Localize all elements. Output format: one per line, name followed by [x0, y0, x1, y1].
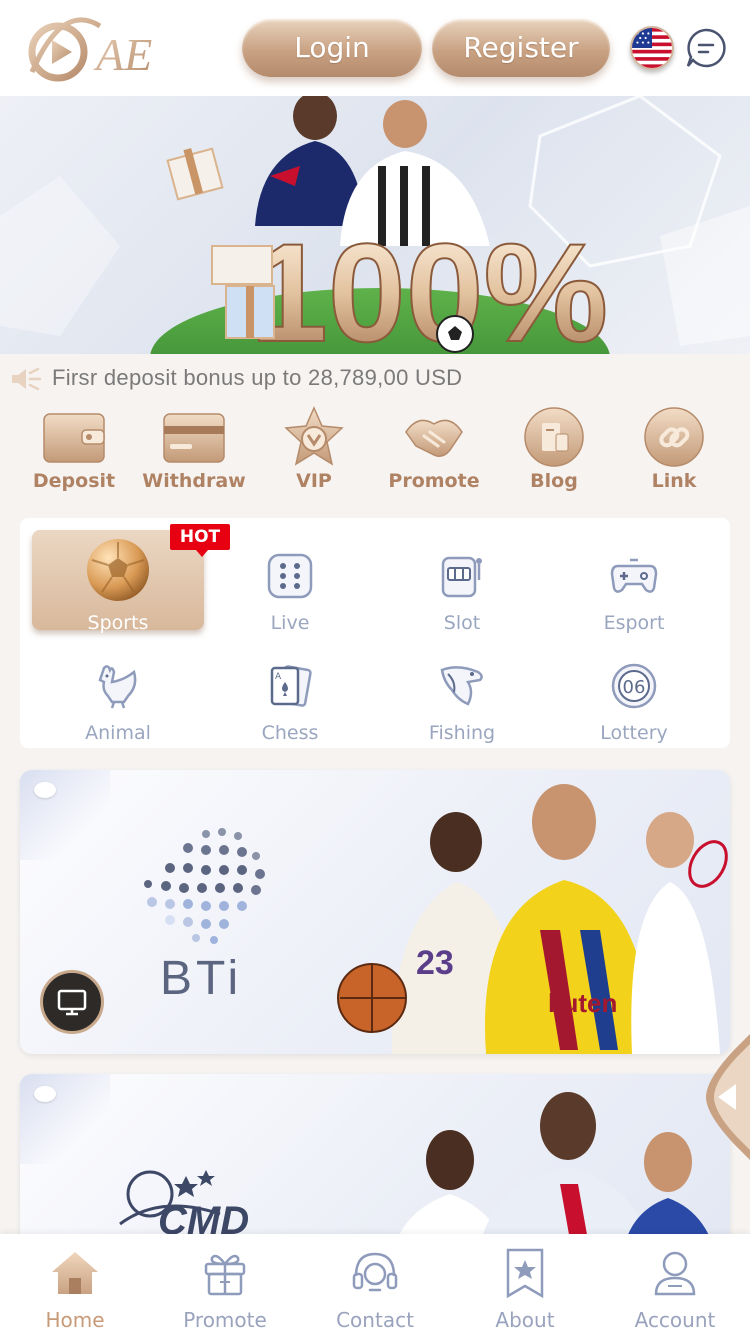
marquee-text: Firsr deposit bonus up to 28,789,00 USD [52, 365, 463, 390]
register-button[interactable]: Register [432, 19, 610, 77]
category-label: Fishing [428, 722, 496, 744]
nav-account[interactable]: Account [600, 1234, 750, 1334]
slot-machine-icon [438, 552, 486, 600]
handshake-icon [402, 406, 466, 468]
dice-icon [266, 552, 314, 600]
login-button[interactable]: Login [242, 19, 422, 77]
deposit-label: Deposit [32, 470, 116, 492]
bti-logo-mark [144, 828, 265, 944]
svg-text:kuten: kuten [548, 988, 617, 1018]
ae-logo[interactable]: AE [22, 12, 182, 84]
nav-label: Contact [336, 1308, 414, 1332]
promo-percent-text: 100% [250, 214, 608, 354]
promote-quick-button[interactable]: Promote [374, 404, 494, 504]
nav-label: Account [634, 1308, 716, 1332]
bottom-navigation: Home Promote Contact About Account [0, 1234, 750, 1334]
rooster-icon [94, 662, 142, 710]
link-icon [642, 406, 706, 468]
blog-icon [522, 406, 586, 468]
lottery-ball-icon: 06 [610, 662, 658, 710]
nav-label: About [495, 1308, 555, 1332]
game-card-bti[interactable]: BTi 23 kuten [20, 770, 730, 1054]
blog-label: Blog [530, 470, 578, 492]
category-label: Live [270, 612, 310, 634]
category-fishing[interactable]: Fishing [376, 640, 548, 744]
withdraw-label: Withdraw [142, 470, 246, 492]
tv-play-icon[interactable] [40, 970, 104, 1034]
bti-provider-name: BTi [160, 952, 242, 1005]
athlete-soccer: kuten [484, 784, 650, 1054]
deposit-button[interactable]: Deposit [14, 404, 134, 504]
nav-home[interactable]: Home [0, 1234, 150, 1334]
gamepad-icon [610, 552, 658, 600]
category-label: Slot [443, 612, 481, 634]
vip-label: VIP [296, 470, 332, 492]
svg-text:A: A [275, 672, 282, 682]
game-category-panel: Sports HOT Live Slot Esport Animal A Che… [20, 518, 730, 748]
promo-banner[interactable]: 100% [0, 96, 750, 354]
category-chess[interactable]: A Chess [204, 640, 376, 744]
category-esport[interactable]: Esport [548, 530, 720, 634]
category-slot[interactable]: Slot [376, 530, 548, 634]
us-flag-icon[interactable] [630, 26, 674, 70]
quick-actions: Deposit Withdraw VIP Promote Blog Link [0, 404, 750, 504]
home-icon [48, 1246, 102, 1300]
lottery-number: 06 [623, 677, 646, 698]
link-button[interactable]: Link [614, 404, 734, 504]
chat-bubble-icon[interactable] [684, 26, 728, 70]
fish-icon [438, 662, 486, 710]
soccer-ball-icon [84, 536, 152, 604]
withdraw-button[interactable]: Withdraw [134, 404, 254, 504]
nav-label: Home [45, 1308, 105, 1332]
category-live[interactable]: Live [204, 530, 376, 634]
blog-button[interactable]: Blog [494, 404, 614, 504]
category-label: Animal [85, 722, 151, 744]
speaker-icon [10, 366, 44, 392]
vip-button[interactable]: VIP [254, 404, 374, 504]
nav-promote[interactable]: Promote [150, 1234, 300, 1334]
gift-icon [198, 1246, 252, 1300]
category-animal[interactable]: Animal [32, 640, 204, 744]
side-panel-toggle[interactable] [706, 1034, 750, 1160]
logo-text: AE [93, 29, 152, 80]
playing-card-icon: A [266, 662, 314, 710]
card-icon [162, 406, 226, 468]
svg-text:23: 23 [416, 944, 454, 982]
promote-quick-label: Promote [388, 470, 480, 492]
star-bookmark-icon [498, 1246, 552, 1300]
athlete-tennis [631, 812, 728, 1054]
app-header: AE Login Register [0, 0, 750, 96]
nav-contact[interactable]: Contact [300, 1234, 450, 1334]
wallet-icon [42, 406, 106, 468]
category-label: Esport [603, 612, 665, 634]
category-label: Lottery [600, 722, 668, 744]
link-label: Link [651, 470, 697, 492]
headset-icon [348, 1246, 402, 1300]
gift-box-top [166, 147, 224, 201]
category-lottery[interactable]: 06 Lottery [548, 640, 720, 744]
user-icon [648, 1246, 702, 1300]
nav-label: Promote [183, 1308, 267, 1332]
category-label: Chess [261, 722, 319, 744]
nav-about[interactable]: About [450, 1234, 600, 1334]
vip-star-icon [282, 406, 346, 468]
category-label: Sports [87, 612, 149, 634]
announcement-marquee[interactable]: Firsr deposit bonus up to 28,789,00 USD [0, 354, 750, 404]
